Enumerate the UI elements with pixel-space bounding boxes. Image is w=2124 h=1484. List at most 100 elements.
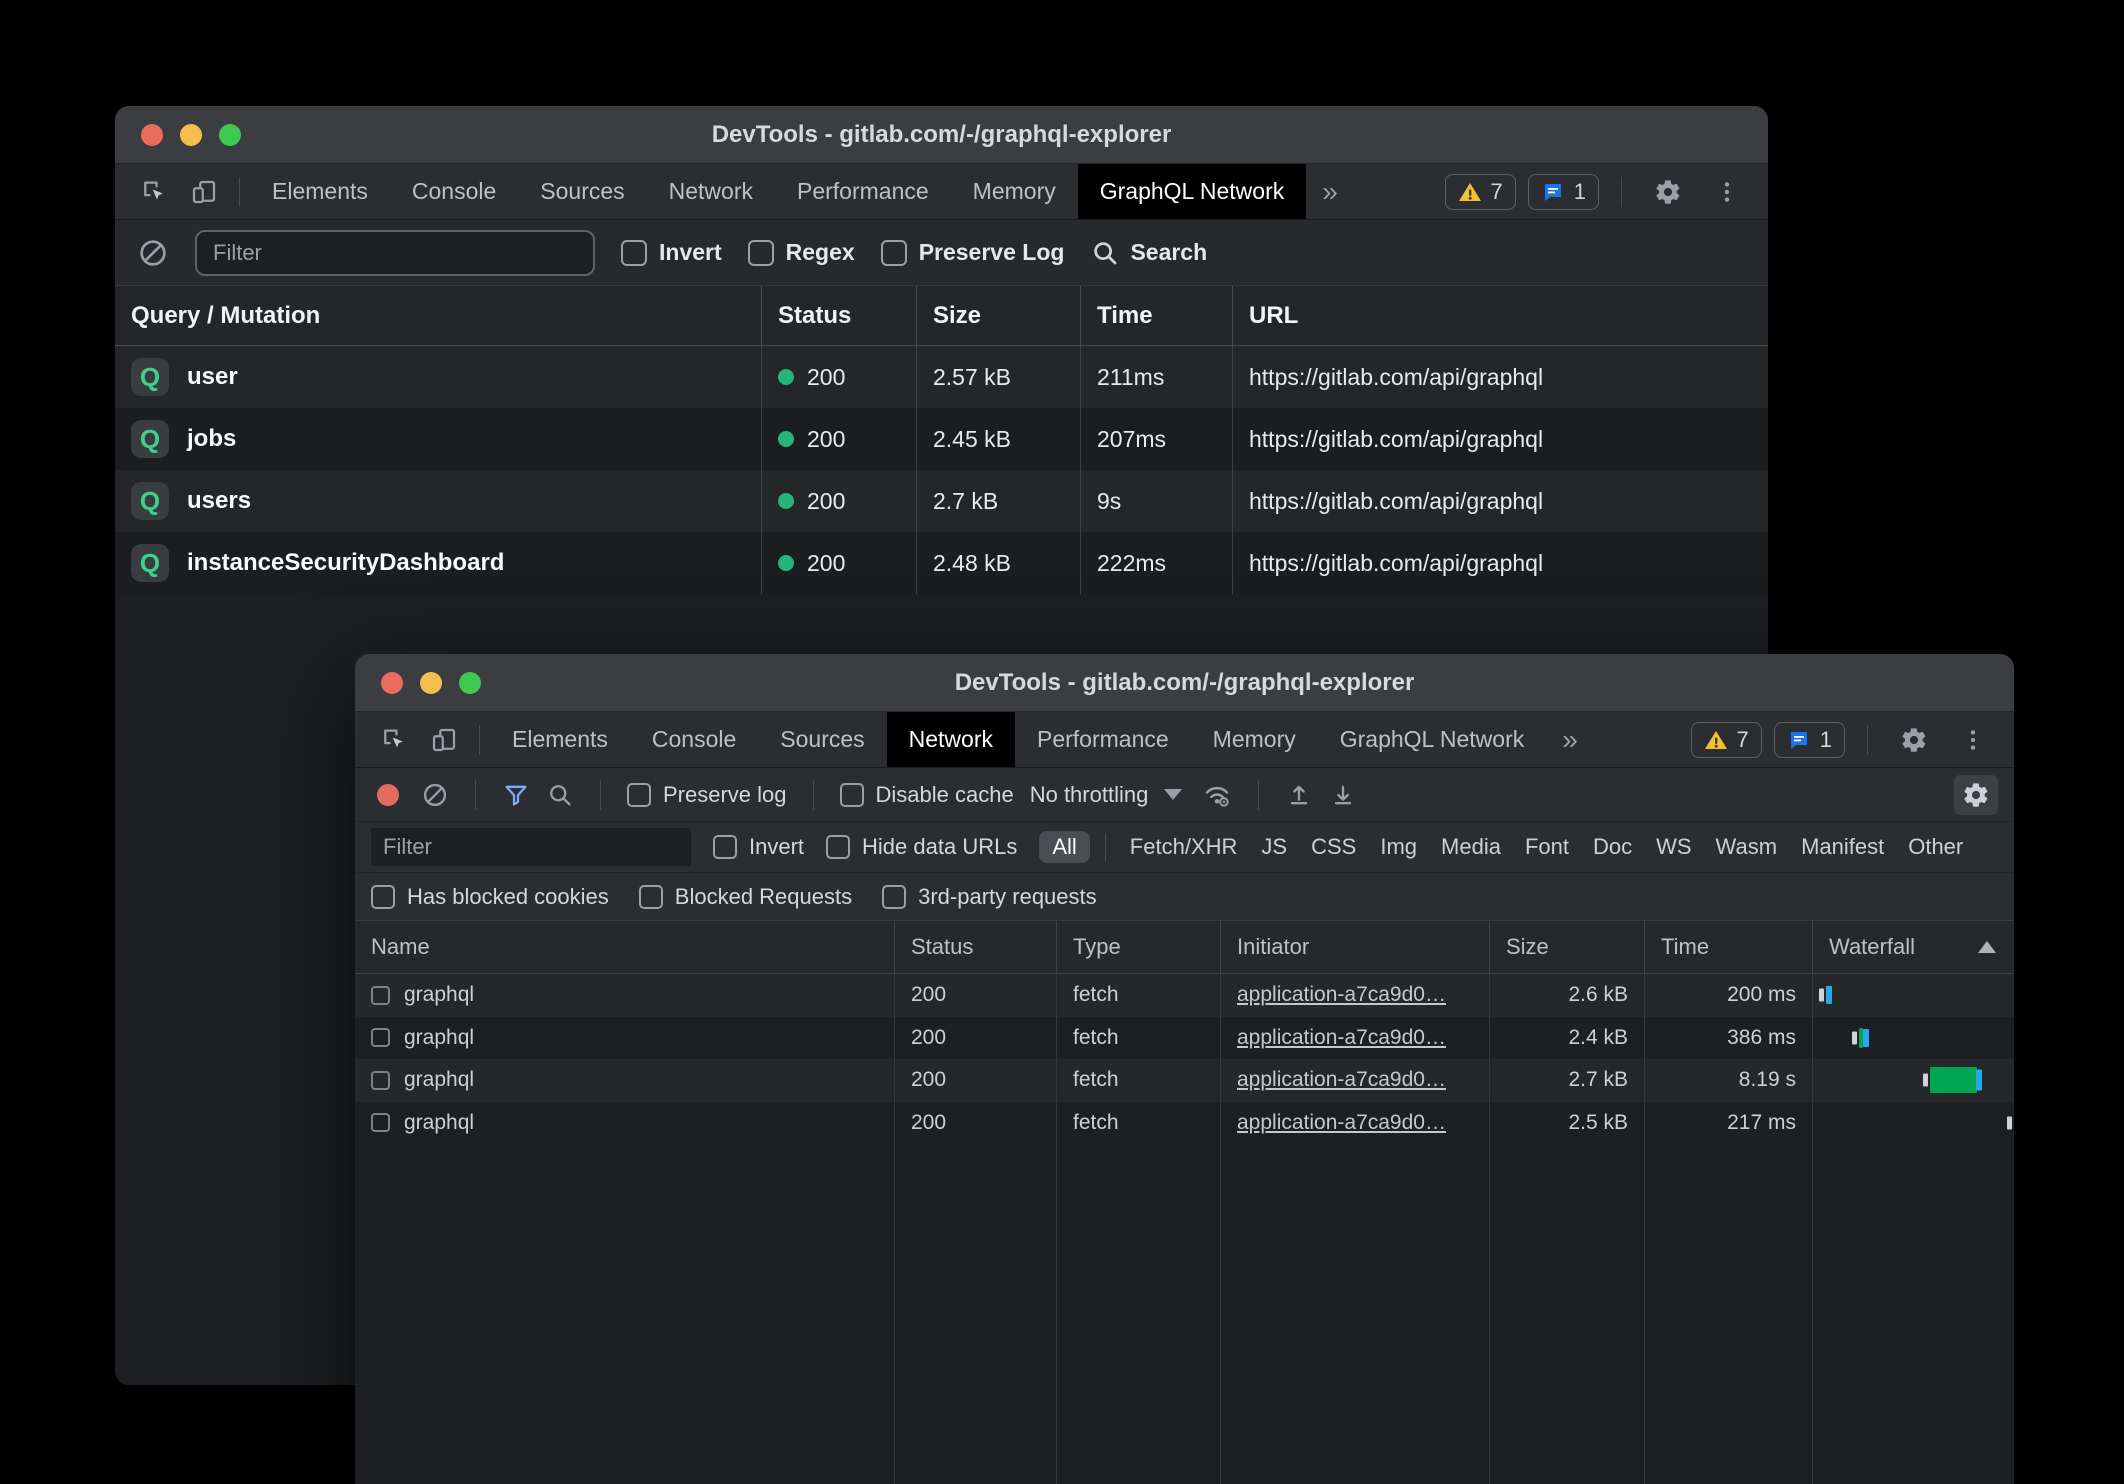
filter-option-checkbox[interactable]: Invert [621,239,722,266]
request-type-chip[interactable]: Img [1380,834,1417,860]
network-request-row[interactable]: graphql 200 fetch application-a7ca9d0… 2… [355,974,2014,1017]
request-type-chip[interactable]: Manifest [1801,834,1884,860]
request-type-chip[interactable]: All [1039,831,1089,863]
request-type-chip[interactable]: Font [1525,834,1569,860]
request-type-chip[interactable]: Wasm [1716,834,1778,860]
network-option-checkbox[interactable]: Has blocked cookies [371,884,609,910]
column-header-time[interactable]: Time [1081,286,1233,345]
request-type-chip[interactable]: Other [1908,834,1963,860]
initiator-link[interactable]: application-a7ca9d0… [1237,1111,1446,1135]
devtools-tab[interactable]: Memory [1191,712,1318,767]
minimize-button[interactable] [420,672,442,694]
graphql-request-row[interactable]: Q instanceSecurityDashboard 200 2.48 kB … [115,532,1768,594]
column-header-url[interactable]: URL [1233,286,1768,345]
column-header-type[interactable]: Type [1057,921,1221,973]
device-toolbar-icon[interactable] [419,712,469,767]
graphql-request-row[interactable]: Q jobs 200 2.45 kB 207ms https://gitlab.… [115,408,1768,470]
column-header-status[interactable]: Status [762,286,917,345]
search-toggle[interactable]: Search [1090,238,1207,268]
row-checkbox[interactable] [371,1113,390,1132]
column-header-size[interactable]: Size [1490,921,1645,973]
row-checkbox[interactable] [371,986,390,1005]
zoom-button[interactable] [219,124,241,146]
devtools-tab[interactable]: Sources [518,164,646,219]
request-type-chip[interactable]: Fetch/XHR [1130,834,1238,860]
network-settings-gear-icon[interactable] [1954,775,1998,815]
devtools-tab[interactable]: Network [647,164,775,219]
clear-icon[interactable] [421,781,449,809]
devtools-tab[interactable]: Performance [1015,712,1191,767]
throttling-dropdown[interactable]: No throttling [1030,782,1187,808]
issues-badge[interactable]: 1 [1528,174,1599,210]
device-toolbar-icon[interactable] [179,164,229,219]
request-type-chip[interactable]: Doc [1593,834,1632,860]
devtools-tab[interactable]: Memory [951,164,1078,219]
column-header-initiator[interactable]: Initiator [1221,921,1490,973]
warnings-badge[interactable]: 7 [1445,174,1516,210]
network-option-checkbox[interactable]: 3rd-party requests [882,884,1097,910]
devtools-tab[interactable]: Console [630,712,758,767]
network-request-row[interactable]: graphql 200 fetch application-a7ca9d0… 2… [355,1059,2014,1102]
hide-data-urls-checkbox[interactable]: Hide data URLs [826,834,1017,860]
network-request-row[interactable]: graphql 200 fetch application-a7ca9d0… 2… [355,1017,2014,1060]
close-button[interactable] [141,124,163,146]
export-har-icon[interactable] [1329,781,1357,809]
filter-funnel-icon[interactable] [502,781,530,809]
inspect-element-icon[interactable] [369,712,419,767]
issues-badge[interactable]: 1 [1774,722,1845,758]
column-header-waterfall[interactable]: Waterfall [1813,921,2014,973]
column-header-size[interactable]: Size [917,286,1081,345]
devtools-tab[interactable]: Elements [250,164,390,219]
disable-cache-checkbox[interactable]: Disable cache [840,782,1014,808]
inspect-element-icon[interactable] [129,164,179,219]
graphql-filter-input[interactable] [195,230,595,276]
titlebar[interactable]: DevTools - gitlab.com/-/graphql-explorer [115,106,1768,164]
devtools-tab[interactable]: Sources [758,712,886,767]
column-header-query[interactable]: Query / Mutation [115,286,762,345]
kebab-menu-icon[interactable] [1704,179,1750,205]
devtools-tab[interactable]: Performance [775,164,951,219]
zoom-button[interactable] [459,672,481,694]
graphql-request-row[interactable]: Q users 200 2.7 kB 9s https://gitlab.com… [115,470,1768,532]
network-conditions-icon[interactable] [1202,780,1232,810]
titlebar[interactable]: DevTools - gitlab.com/-/graphql-explorer [355,654,2014,712]
chip-label: Wasm [1716,834,1778,859]
network-filter-input[interactable] [371,828,691,866]
request-type-chip[interactable]: JS [1261,834,1287,860]
initiator-link[interactable]: application-a7ca9d0… [1237,1026,1446,1050]
search-icon[interactable] [546,781,574,809]
more-tabs-icon[interactable]: » [1546,712,1594,767]
import-har-icon[interactable] [1285,781,1313,809]
devtools-tab[interactable]: Network [887,712,1015,767]
devtools-tab[interactable]: Console [390,164,518,219]
more-tabs-icon[interactable]: » [1306,164,1354,219]
devtools-tab[interactable]: GraphQL Network [1318,712,1547,767]
column-header-time[interactable]: Time [1645,921,1813,973]
filter-option-checkbox[interactable]: Regex [748,239,855,266]
warnings-badge[interactable]: 7 [1691,722,1762,758]
request-type-chip[interactable]: CSS [1311,834,1356,860]
invert-checkbox[interactable]: Invert [713,834,804,860]
preserve-log-checkbox[interactable]: Preserve log [627,782,787,808]
filter-option-checkbox[interactable]: Preserve Log [881,239,1065,266]
graphql-request-row[interactable]: Q user 200 2.57 kB 211ms https://gitlab.… [115,346,1768,408]
request-type-chip[interactable]: Media [1441,834,1501,860]
settings-gear-icon[interactable] [1644,178,1692,206]
network-option-checkbox[interactable]: Blocked Requests [639,884,852,910]
clear-icon[interactable] [137,237,169,269]
initiator-link[interactable]: application-a7ca9d0… [1237,983,1446,1007]
kebab-menu-icon[interactable] [1950,727,1996,753]
initiator-link[interactable]: application-a7ca9d0… [1237,1068,1446,1092]
devtools-tab[interactable]: GraphQL Network [1078,164,1307,219]
minimize-button[interactable] [180,124,202,146]
devtools-tab[interactable]: Elements [490,712,630,767]
row-checkbox[interactable] [371,1071,390,1090]
column-header-name[interactable]: Name [355,921,895,973]
row-checkbox[interactable] [371,1028,390,1047]
column-header-status[interactable]: Status [895,921,1057,973]
network-request-row[interactable]: graphql 200 fetch application-a7ca9d0… 2… [355,1102,2014,1145]
close-button[interactable] [381,672,403,694]
settings-gear-icon[interactable] [1890,726,1938,754]
request-type-chip[interactable]: WS [1656,834,1691,860]
record-button[interactable] [377,784,399,806]
